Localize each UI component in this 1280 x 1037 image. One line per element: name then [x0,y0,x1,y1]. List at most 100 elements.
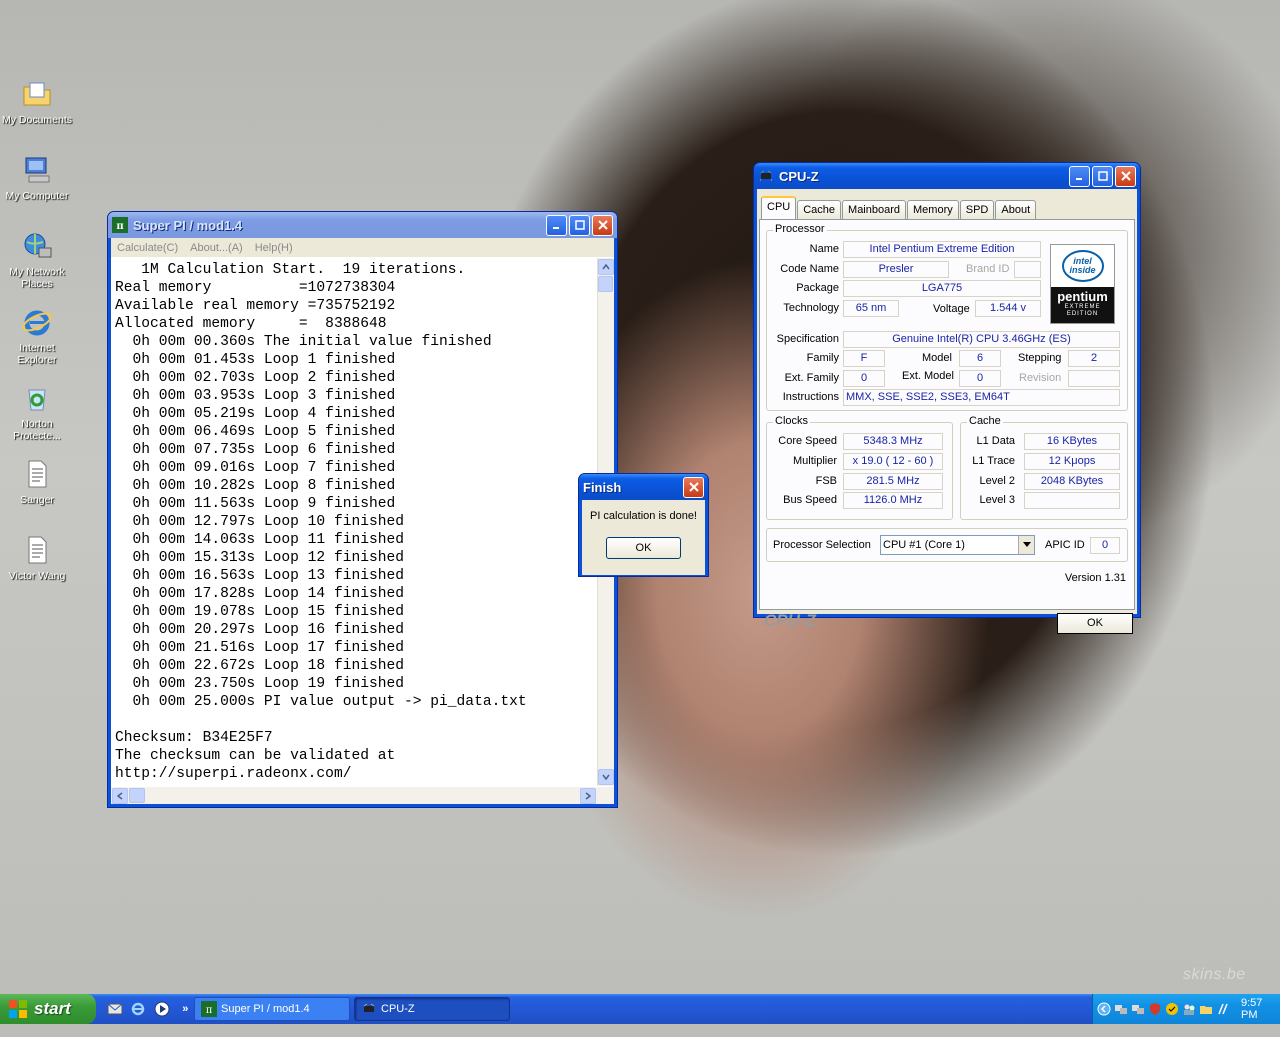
horizontal-scrollbar[interactable] [111,787,614,804]
group-title: Processor [773,223,827,235]
technology-label: Technology [783,302,839,314]
multiplier-label: Multiplier [792,455,837,467]
desktop-icon-label: Sanger [20,494,54,506]
output-line: 0h 00m 01.453s Loop 1 finished [115,352,396,368]
instructions-label: Instructions [782,391,839,403]
voltage-value: 1.544 v [975,300,1041,317]
start-button[interactable]: start [0,994,96,1024]
brandid-value [1014,261,1041,278]
desktop-icon-my-computer[interactable]: My Computer [0,154,74,202]
quick-launch-media-player-icon[interactable] [153,1000,171,1018]
taskbar-item-label: Super PI / mod1.4 [221,1003,310,1015]
tray-expand-icon[interactable] [1097,1002,1111,1016]
quick-launch-outlook-icon[interactable] [106,1000,124,1018]
svg-text:π: π [116,221,123,232]
level3-value [1024,492,1120,509]
output-line: 0h 00m 11.563s Loop 9 finished [115,496,396,512]
windows-flag-icon [9,1000,27,1018]
finish-dialog[interactable]: Finish PI calculation is done! OK [578,473,709,577]
wireless-tray-icon[interactable] [1216,1002,1230,1016]
taskbar-item-superpi[interactable]: π Super PI / mod1.4 [194,997,350,1021]
superpi-output-text: 1M Calculation Start. 19 iterations. Real… [115,261,527,783]
output-line: 0h 00m 19.078s Loop 15 finished [115,604,405,620]
scroll-left-button[interactable] [112,787,128,804]
desktop-icon-label: Victor Wang [8,570,66,582]
tab-memory[interactable]: Memory [907,200,959,219]
chevron-left-icon [117,791,123,800]
taskbar-clock[interactable]: 9:57 PM [1241,997,1280,1021]
close-button[interactable] [1115,165,1136,187]
superpi-window[interactable]: π Super PI / mod1.4 Calculate(C) About..… [107,211,618,808]
output-line: 0h 00m 12.797s Loop 10 finished [115,514,405,530]
processor-select-value: CPU #1 (Core 1) [883,539,965,551]
desktop-icon-my-network[interactable]: My Network Places [0,230,74,290]
users-tray-icon[interactable] [1182,1002,1196,1016]
apic-value: 0 [1090,537,1120,554]
scroll-up-button[interactable] [598,259,614,275]
close-icon [1120,171,1131,181]
tab-cache[interactable]: Cache [797,200,842,219]
multiplier-value: x 19.0 ( 12 - 60 ) [843,453,943,470]
dropdown-button[interactable] [1018,536,1034,554]
desktop-icon-internet-explorer[interactable]: Internet Explorer [0,306,74,366]
scroll-right-button[interactable] [580,787,596,804]
window-title: CPU-Z [779,168,819,184]
minimize-button[interactable] [1069,165,1090,187]
cpuz-window[interactable]: CPU-Z CPU Cache Mainboard Memory SPD Abo… [753,162,1141,634]
codename-value: Presler [843,261,949,278]
maximize-button[interactable] [1092,165,1113,187]
output-line: 0h 00m 17.828s Loop 14 finished [115,586,405,602]
close-button[interactable] [683,476,704,498]
output-line: 0h 00m 22.672s Loop 18 finished [115,658,405,674]
security-shield-icon[interactable] [1148,1002,1162,1016]
superpi-output-area[interactable]: 1M Calculation Start. 19 iterations. Real… [111,257,614,787]
ok-button[interactable]: OK [606,537,681,559]
desktop-icon-sanger[interactable]: Sanger [0,458,74,506]
clocks-group: Clocks Core Speed 5348.3 MHz Multiplier … [766,415,953,520]
tab-about[interactable]: About [995,200,1037,219]
quick-launch-expand-icon[interactable]: » [177,1000,195,1018]
processor-selection-group: Processor Selection CPU #1 (Core 1) APIC… [766,528,1128,562]
tab-cpu[interactable]: CPU [761,196,797,219]
chevron-down-icon [602,774,610,780]
output-line: Real memory =1072738304 [115,280,396,296]
scroll-thumb[interactable] [598,276,613,292]
scroll-down-button[interactable] [598,769,614,785]
l1data-value: 16 KBytes [1024,433,1120,450]
taskbar-item-cpuz[interactable]: CPU-Z [354,997,510,1021]
tab-spd[interactable]: SPD [959,200,995,219]
menu-about[interactable]: About...(A) [184,242,249,254]
desktop-icon-victor-wang[interactable]: Victor Wang [0,534,74,582]
extfamily-label: Ext. Family [784,372,839,384]
scroll-thumb[interactable] [129,788,145,803]
network-tray-icon[interactable] [1114,1002,1128,1016]
family-label: Family [806,352,839,364]
folder-tray-icon[interactable] [1199,1002,1213,1016]
network-tray-icon[interactable] [1131,1002,1145,1016]
minimize-button[interactable] [546,214,567,236]
menu-calculate[interactable]: Calculate(C) [111,242,184,254]
quick-launch-ie-icon[interactable] [130,1000,148,1018]
output-line: 1M Calculation Start. 19 iterations. [115,262,466,278]
ok-button[interactable]: OK [1057,613,1133,634]
cpuz-titlebar[interactable]: CPU-Z [754,163,1140,189]
output-line: 0h 00m 05.219s Loop 4 finished [115,406,396,422]
output-line: 0h 00m 06.469s Loop 5 finished [115,424,396,440]
menu-help[interactable]: Help(H) [249,242,299,254]
tab-mainboard[interactable]: Mainboard [842,200,907,219]
pentium-extreme-badge: pentium EXTREME EDITION [1051,287,1114,323]
finish-titlebar[interactable]: Finish [579,474,708,500]
recycle-bin-icon [28,389,46,411]
desktop-icon-my-documents[interactable]: My Documents [0,78,74,126]
model-value: 6 [959,350,1001,367]
close-button[interactable] [592,214,613,236]
norton-tray-icon[interactable] [1165,1002,1179,1016]
instructions-value: MMX, SSE, SSE2, SSE3, EM64T [843,389,1120,406]
maximize-button[interactable] [569,214,590,236]
desktop-icon-norton[interactable]: Norton Protecte... [0,382,74,442]
output-line: Available real memory =735752192 [115,298,396,314]
system-tray: 9:57 PM [1092,994,1280,1024]
processor-select[interactable]: CPU #1 (Core 1) [880,535,1035,555]
desktop-icon-label: Internet Explorer [17,342,57,366]
superpi-titlebar[interactable]: π Super PI / mod1.4 [108,212,617,238]
